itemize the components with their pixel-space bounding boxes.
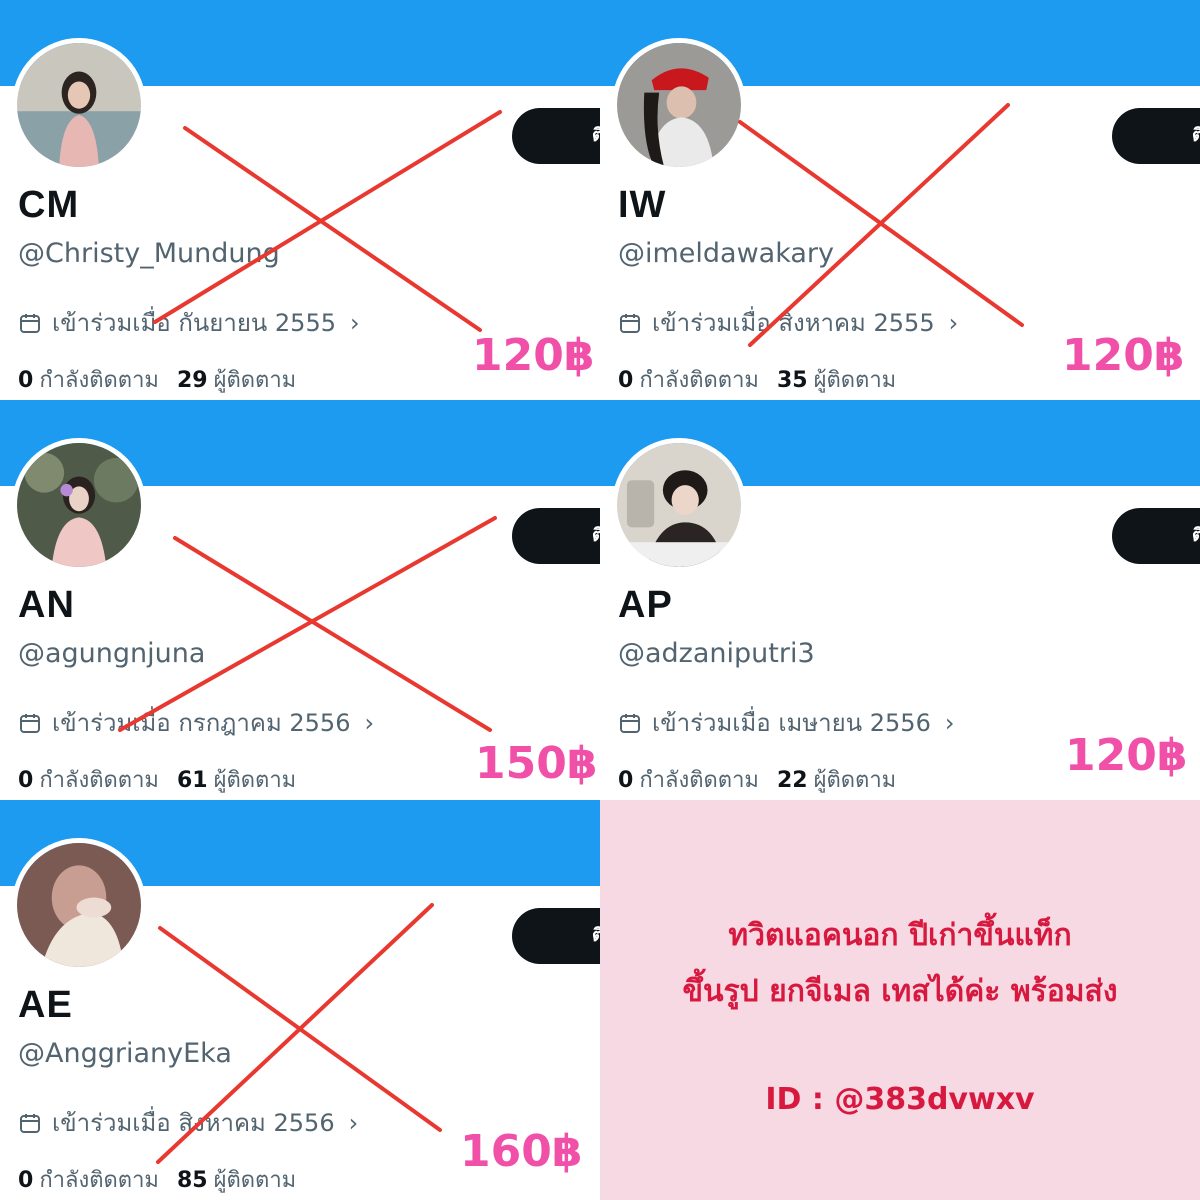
handle: @Christy_Mundung [18,238,280,269]
follow-stats: 0 กำลังติดตาม 22 ผู้ติดตาม [618,762,896,797]
display-name: IW [618,184,667,226]
avatar[interactable] [612,38,746,172]
contact-id: ID : @383dvwxv [765,1082,1035,1117]
calendar-icon [620,313,640,333]
display-name: AN [18,584,75,626]
followers-stat[interactable]: 35 ผู้ติดตาม [777,362,896,397]
follow-stats: 0 กำลังติดตาม 61 ผู้ติดตาม [18,762,296,797]
promo-panel: ทวิตแอคนอก ปีเก่าขึ้นแท็ก ขึ้นรูป ยกจีเม… [600,800,1200,1200]
follow-stats: 0 กำลังติดตาม 85 ผู้ติดตาม [18,1162,296,1197]
following-count: 0 [618,368,634,393]
display-name: AE [18,984,73,1026]
joined-date[interactable]: เข้าร่วมเมื่อ สิงหาคม 2555 › [618,303,958,342]
joined-date[interactable]: เข้าร่วมเมื่อ เมษายน 2556 › [618,703,954,742]
following-count: 0 [18,368,34,393]
follow-stats: 0 กำลังติดตาม 29 ผู้ติดตาม [18,362,296,397]
calendar-icon [20,313,40,333]
promo-line-1: ทวิตแอคนอก ปีเก่าขึ้นแท็ก [728,918,1072,953]
following-stat[interactable]: 0 กำลังติดตาม [618,362,759,397]
followers-count: 35 [776,368,808,393]
chevron-right-icon: › [350,308,360,337]
chevron-right-icon: › [348,1108,359,1137]
followers-stat[interactable]: 29 ผู้ติดตาม [177,362,296,397]
avatar[interactable] [12,838,146,972]
following-label: กำลังติดตาม [39,1168,159,1193]
following-count: 0 [18,768,34,793]
price-tag: 120฿ [1062,330,1185,381]
chevron-right-icon: › [944,708,955,737]
avatar[interactable] [12,438,146,572]
handle: @imeldawakary [618,238,835,269]
follow-stats: 0 กำลังติดตาม 35 ผู้ติดตาม [618,362,896,397]
avatar[interactable] [612,438,746,572]
price-tag: 150฿ [475,738,598,789]
followers-count: 61 [176,768,208,793]
account-card[interactable]: ติ AP @adzaniputri3 เข้าร่วมเมื่อ เมษายน… [600,400,1200,800]
follow-button[interactable]: ติ [1112,108,1200,164]
price-tag: 120฿ [472,330,595,381]
followers-label: ผู้ติดตาม [213,1168,297,1193]
price-tag: 120฿ [1065,730,1188,781]
following-stat[interactable]: 0 กำลังติดตาม [618,762,759,797]
follow-button[interactable]: ติ [1112,508,1200,564]
followers-label: ผู้ติดตาม [213,768,297,793]
following-stat[interactable]: 0 กำลังติดตาม [18,1162,159,1197]
follow-button[interactable]: ติ [512,908,600,964]
following-label: กำลังติดตาม [639,368,759,393]
joined-label: เข้าร่วมเมื่อ กรกฎาคม 2556 [52,709,351,737]
calendar-icon [20,713,40,733]
account-listing-collage: ติ CM @Christy_Mundung เข้าร่วมเมื่อ กัน… [0,0,1200,1200]
followers-count: 22 [776,768,808,793]
handle: @adzaniputri3 [618,638,815,669]
following-label: กำลังติดตาม [39,368,159,393]
joined-date[interactable]: เข้าร่วมเมื่อ สิงหาคม 2556 › [18,1103,358,1142]
following-label: กำลังติดตาม [639,768,759,793]
price-tag: 160฿ [460,1126,583,1177]
handle: @AnggrianyEka [18,1038,232,1069]
account-card[interactable]: ติ AN @agungnjuna เข้าร่วมเมื่อ กรกฎาคม … [0,400,600,800]
follow-button[interactable]: ติ [512,508,600,564]
chevron-right-icon: › [948,308,959,337]
joined-date[interactable]: เข้าร่วมเมื่อ กรกฎาคม 2556 › [18,703,374,742]
promo-line-2: ขึ้นรูป ยกจีเมล เทสได้ค่ะ พร้อมส่ง [682,974,1118,1009]
following-stat[interactable]: 0 กำลังติดตาม [18,762,159,797]
followers-label: ผู้ติดตาม [213,368,297,393]
following-label: กำลังติดตาม [39,768,159,793]
joined-label: เข้าร่วมเมื่อ เมษายน 2556 [652,709,931,737]
avatar[interactable] [12,38,146,172]
follow-button[interactable]: ติ [512,108,600,164]
account-card[interactable]: ติ AE @AnggrianyEka เข้าร่วมเมื่อ สิงหาค… [0,800,600,1200]
joined-label: เข้าร่วมเมื่อ สิงหาคม 2556 [52,1109,335,1137]
followers-count: 29 [176,368,208,393]
followers-label: ผู้ติดตาม [813,368,897,393]
followers-stat[interactable]: 85 ผู้ติดตาม [177,1162,296,1197]
calendar-icon [620,713,640,733]
calendar-icon [20,1113,40,1133]
joined-label: เข้าร่วมเมื่อ กันยายน 2555 [52,309,336,337]
joined-date[interactable]: เข้าร่วมเมื่อ กันยายน 2555 › [18,303,360,342]
chevron-right-icon: › [364,708,375,737]
account-card[interactable]: ติ CM @Christy_Mundung เข้าร่วมเมื่อ กัน… [0,0,600,400]
handle: @agungnjuna [18,638,206,669]
joined-label: เข้าร่วมเมื่อ สิงหาคม 2555 [652,309,935,337]
display-name: AP [618,584,673,626]
following-stat[interactable]: 0 กำลังติดตาม [18,362,159,397]
following-count: 0 [618,768,634,793]
followers-label: ผู้ติดตาม [813,768,897,793]
followers-count: 85 [176,1168,208,1193]
followers-stat[interactable]: 61 ผู้ติดตาม [177,762,296,797]
display-name: CM [18,184,80,226]
following-count: 0 [18,1168,34,1193]
followers-stat[interactable]: 22 ผู้ติดตาม [777,762,896,797]
account-card[interactable]: ติ IW @imeldawakary เข้าร่วมเมื่อ สิงหาค… [600,0,1200,400]
